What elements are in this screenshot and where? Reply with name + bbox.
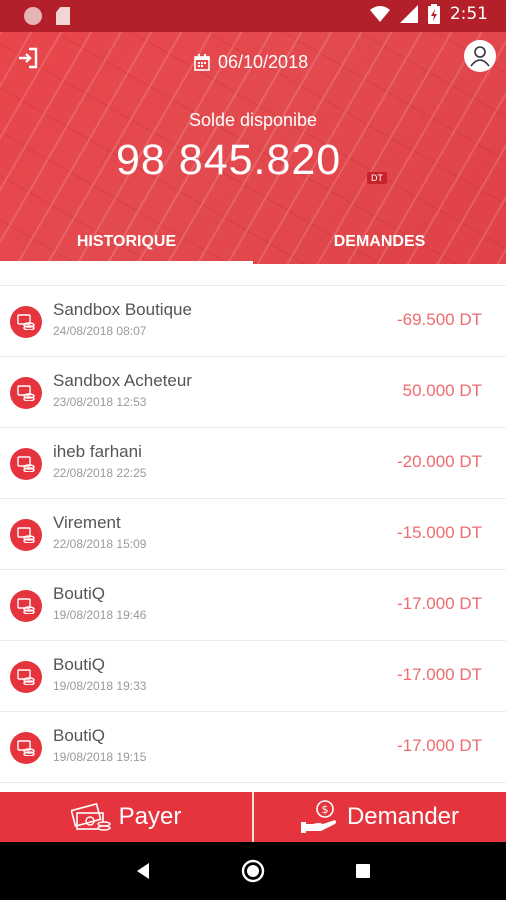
transaction-amount: -17.000 DT: [396, 594, 482, 613]
tab-demandes[interactable]: DEMANDES: [253, 220, 506, 264]
transaction-list[interactable]: Sandbox Boutique 24/08/2018 08:07 -69.50…: [0, 264, 506, 792]
balance-amount: 98 845.820: [116, 136, 342, 184]
transaction-name: BoutiQ: [53, 726, 105, 745]
profile-button[interactable]: [464, 40, 496, 72]
coins-icon: [10, 590, 42, 622]
transaction-amount: -20.000 DT: [396, 452, 482, 471]
request-label: Demander: [346, 803, 460, 830]
transaction-name: BoutiQ: [53, 655, 105, 674]
transaction-amount: -69.500 DT: [396, 310, 482, 329]
transaction-row[interactable]: BoutiQ 19/08/2018 19:33 -17.000 DT: [0, 641, 506, 712]
money-icon: [70, 802, 111, 831]
user-icon: [470, 46, 490, 67]
status-bar: 2:51: [0, 0, 506, 32]
transaction-date: 23/08/2018 12:53: [53, 395, 147, 409]
account-header: 06/10/2018 Solde disponibe 98 845.820 DT…: [0, 32, 506, 264]
transaction-row[interactable]: BoutiQ 19/08/2018 19:15 -17.000 DT: [0, 712, 506, 783]
clock: 2:51: [449, 4, 488, 24]
transaction-date: 19/08/2018 19:15: [53, 750, 147, 764]
transaction-row[interactable]: BoutiQ 19/08/2018 19:46 -17.000 DT: [0, 570, 506, 641]
balance-label: Solde disponibe: [188, 110, 318, 130]
recents-icon[interactable]: [355, 863, 371, 879]
transaction-row[interactable]: iheb farhani 22/08/2018 22:25 -20.000 DT: [0, 428, 506, 499]
pay-label: Payer: [118, 803, 182, 830]
coins-icon: [10, 306, 42, 338]
transaction-amount: -17.000 DT: [396, 665, 482, 684]
calendar-icon: [194, 54, 210, 71]
transaction-row[interactable]: Sandbox Boutique 24/08/2018 08:07 -69.50…: [0, 286, 506, 357]
current-date: 06/10/2018: [194, 52, 308, 73]
coins-icon: [10, 448, 42, 480]
battery-icon: [427, 4, 440, 24]
coins-icon: [10, 661, 42, 693]
date-label: 06/10/2018: [218, 52, 309, 72]
transaction-name: Sandbox Acheteur: [53, 371, 192, 390]
tab-bar: HISTORIQUE DEMANDES: [0, 220, 506, 264]
system-nav-bar: [0, 842, 506, 900]
transaction-name: BoutiQ: [53, 584, 105, 603]
list-item-partial: [0, 264, 506, 286]
hand-coin-icon: $: [300, 800, 336, 833]
transaction-amount: -17.000 DT: [396, 736, 482, 755]
transaction-date: 22/08/2018 15:09: [53, 537, 147, 551]
pay-button[interactable]: Payer: [0, 792, 252, 842]
transaction-row[interactable]: Virement 22/08/2018 15:09 -15.000 DT: [0, 499, 506, 570]
divider: [252, 792, 254, 842]
transaction-date: 22/08/2018 22:25: [53, 466, 147, 480]
transaction-row[interactable]: Sandbox Acheteur 23/08/2018 12:53 50.000…: [0, 357, 506, 428]
transaction-name: Sandbox Boutique: [53, 300, 192, 319]
coins-icon: [10, 732, 42, 764]
request-button[interactable]: $ Demander: [254, 792, 506, 842]
transaction-name: Virement: [53, 513, 121, 532]
notification-icon: [24, 7, 42, 25]
transaction-date: 24/08/2018 08:07: [53, 324, 147, 338]
transaction-amount: 50.000 DT: [402, 381, 482, 400]
svg-text:$: $: [321, 803, 328, 816]
logout-icon[interactable]: [16, 46, 40, 70]
coins-icon: [10, 377, 42, 409]
transaction-amount: -15.000 DT: [396, 523, 482, 542]
action-bar: Payer $ Demander: [0, 792, 506, 842]
transaction-date: 19/08/2018 19:46: [53, 608, 147, 622]
sd-card-icon: [56, 7, 70, 25]
home-icon[interactable]: [241, 859, 265, 883]
currency-badge: DT: [367, 172, 387, 184]
wifi-icon: [369, 6, 390, 22]
coins-icon: [10, 519, 42, 551]
transaction-name: iheb farhani: [53, 442, 142, 461]
back-icon[interactable]: [135, 862, 151, 880]
transaction-date: 19/08/2018 19:33: [53, 679, 147, 693]
signal-icon: [399, 5, 418, 23]
tab-historique[interactable]: HISTORIQUE: [0, 220, 253, 264]
